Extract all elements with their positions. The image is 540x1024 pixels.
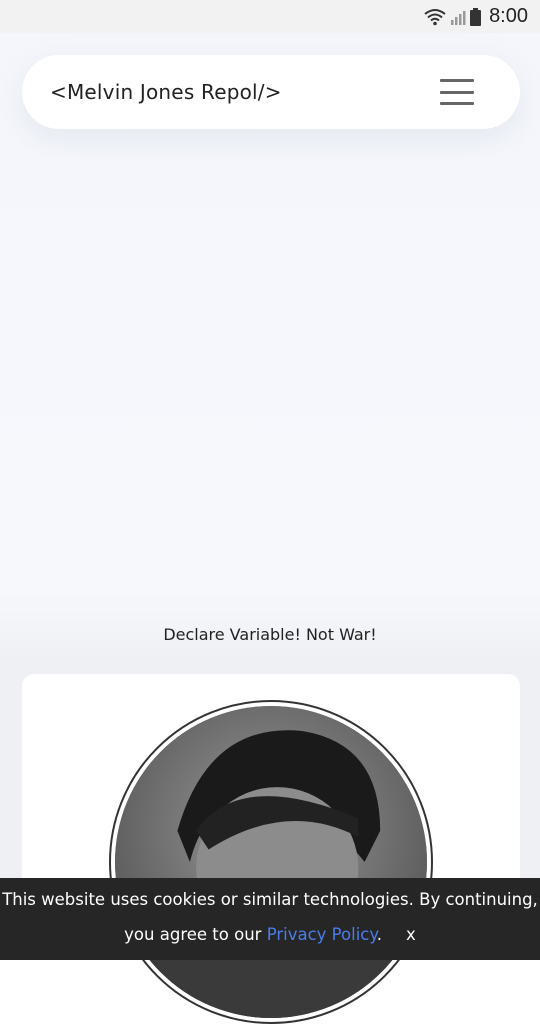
brand-logo[interactable]: <Melvin Jones Repol/> [50, 80, 282, 104]
hamburger-line [440, 102, 474, 105]
hero-tagline: Declare Variable! Not War! [163, 625, 377, 644]
battery-icon [470, 7, 482, 26]
hamburger-line [440, 90, 474, 94]
navbar: <Melvin Jones Repol/> [22, 55, 520, 129]
profile-avatar [115, 706, 427, 1018]
hamburger-menu-icon[interactable] [440, 79, 474, 105]
status-time: 8:00 [489, 5, 528, 27]
cookie-close-button[interactable]: x [406, 925, 416, 944]
hamburger-line [440, 79, 474, 82]
signal-icon [450, 9, 466, 25]
status-bar: 8:00 [0, 0, 540, 33]
privacy-policy-link[interactable]: Privacy Policy [267, 925, 377, 944]
wifi-icon [424, 8, 446, 26]
page: <Melvin Jones Repol/> Declare Variable! … [0, 33, 540, 1024]
cookie-banner: This website uses cookies or similar tec… [0, 878, 540, 960]
avatar-frame [109, 700, 433, 1024]
cookie-text-end: . [376, 925, 383, 944]
